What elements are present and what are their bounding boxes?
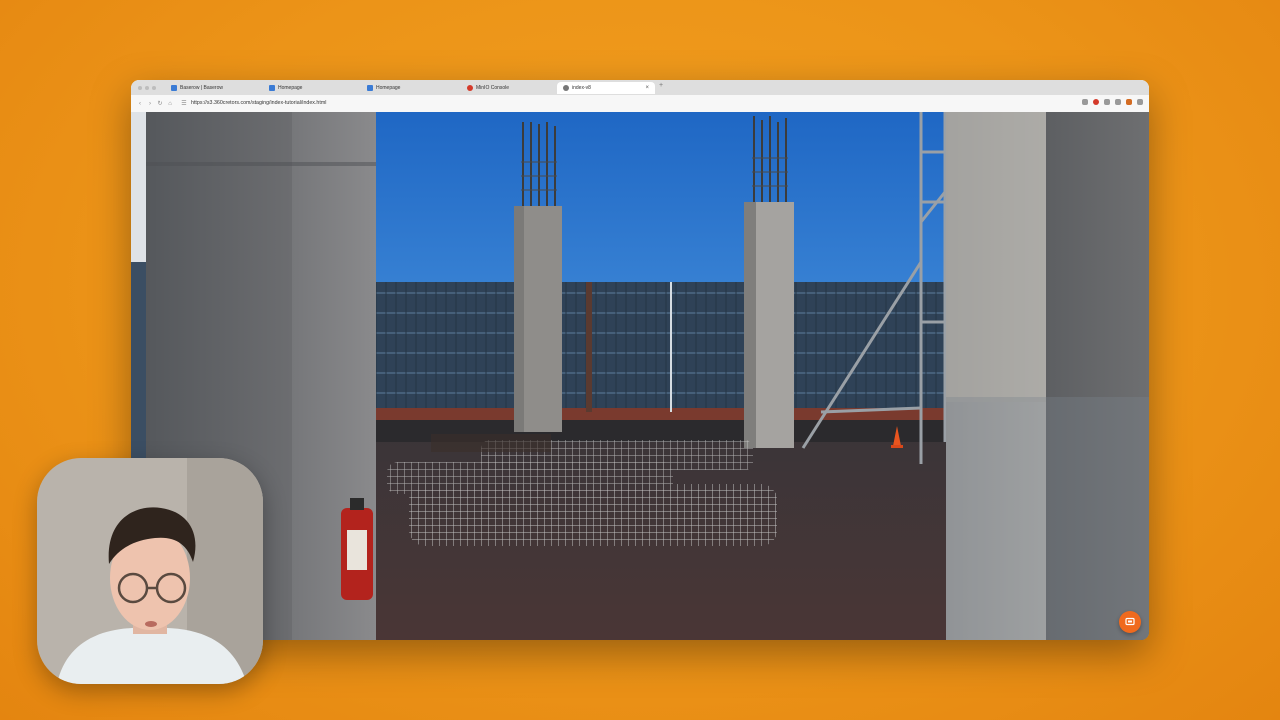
share-icon[interactable] — [1082, 99, 1088, 105]
tab-homepage-1[interactable]: Homepage — [263, 82, 361, 94]
page-favicon-icon — [367, 85, 373, 91]
menu-icon[interactable] — [1137, 99, 1143, 105]
chat-button[interactable] — [1119, 611, 1141, 633]
new-tab-button[interactable]: + — [659, 82, 663, 89]
minimize-window-icon[interactable] — [145, 85, 149, 90]
forward-arrow-icon[interactable]: › — [145, 101, 155, 107]
tab-index-v8[interactable]: index-v8 × — [557, 82, 655, 94]
extension-icon[interactable] — [1104, 99, 1110, 105]
navigation-bar: ‹ › ↻ ⌂ ☰ https://s3.360cretors.com/stag… — [131, 95, 1149, 113]
window-controls — [131, 85, 168, 90]
chat-icon — [1125, 617, 1135, 626]
maximize-window-icon[interactable] — [152, 85, 156, 90]
back-arrow-icon[interactable]: ‹ — [135, 101, 145, 107]
close-window-icon[interactable] — [138, 85, 142, 90]
shield-icon[interactable] — [1093, 99, 1099, 105]
extensions-toolbar — [1082, 99, 1143, 105]
tab-baserow[interactable]: Baserow | Baserow — [165, 82, 263, 94]
baserow-favicon-icon — [171, 85, 177, 91]
construction-site-panorama — [131, 112, 1149, 640]
presenter-webcam-overlay — [37, 458, 263, 684]
address-bar[interactable]: https://s3.360cretors.com/staging/index-… — [191, 98, 326, 109]
wallet-icon[interactable] — [1115, 99, 1121, 105]
browser-window: Baserow | Baserow Homepage Homepage MinI… — [131, 80, 1149, 640]
site-info-icon[interactable]: ☰ — [179, 100, 189, 107]
page-favicon-icon — [269, 85, 275, 91]
reload-icon[interactable]: ↻ — [155, 100, 165, 107]
globe-favicon-icon — [563, 85, 569, 91]
minio-favicon-icon — [467, 85, 473, 91]
close-tab-icon[interactable]: × — [645, 85, 649, 91]
tab-bar: Baserow | Baserow Homepage Homepage MinI… — [131, 80, 1149, 95]
panorama-viewer[interactable] — [131, 112, 1149, 640]
profile-icon[interactable] — [1126, 99, 1132, 105]
home-icon[interactable]: ⌂ — [165, 101, 175, 107]
tab-minio-console[interactable]: MinIO Console — [461, 82, 555, 94]
tab-homepage-2[interactable]: Homepage — [361, 82, 459, 94]
presenter-webcam-icon — [37, 458, 263, 684]
